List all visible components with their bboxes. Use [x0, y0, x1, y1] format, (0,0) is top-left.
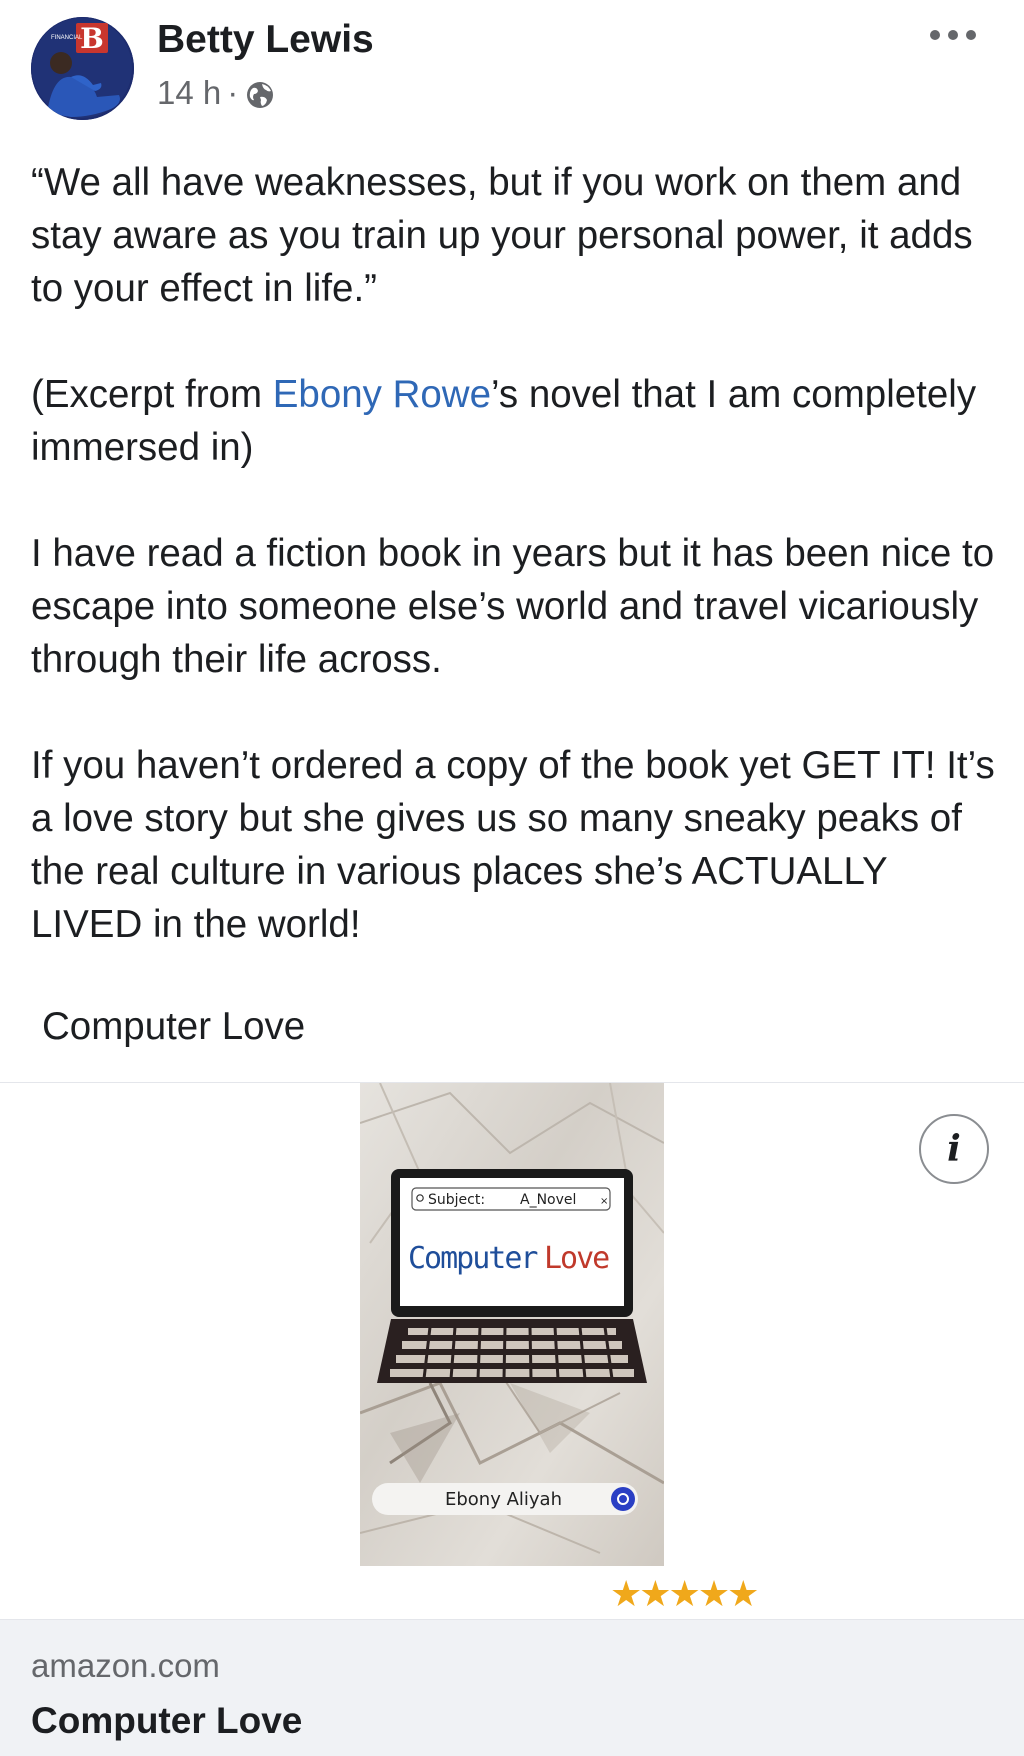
post-timestamp[interactable]: 14 h — [157, 74, 221, 112]
cover-title-word2: Love — [544, 1241, 609, 1276]
info-button[interactable]: i — [919, 1114, 989, 1184]
post-meta: 14 h · — [157, 74, 276, 112]
excerpt-text-before: (Excerpt from — [31, 373, 273, 416]
cover-search-close: × — [600, 1196, 608, 1207]
post-excerpt-note: (Excerpt from Ebony Rowe’s novel that I … — [31, 368, 1001, 474]
book-cover-image[interactable]: Subject: A_Novel × Computer Love Ebony A… — [360, 1083, 664, 1566]
link-preview-media[interactable]: Subject: A_Novel × Computer Love Ebony A… — [0, 1083, 1024, 1619]
more-options-button[interactable] — [930, 22, 976, 48]
post-paragraph-3: I have read a fiction book in years but … — [31, 532, 995, 681]
cover-search-subject: Subject: — [428, 1192, 485, 1208]
post-quote: “We all have weaknesses, but if you work… — [31, 161, 973, 310]
author-avatar[interactable]: B FINANCIAL — [31, 17, 134, 120]
meta-separator: · — [227, 74, 239, 111]
post-header: B FINANCIAL Betty Lewis 14 h · — [0, 0, 1024, 140]
globe-icon — [247, 81, 274, 108]
link-domain: amazon.com — [31, 1647, 220, 1684]
author-name[interactable]: Betty Lewis — [157, 18, 374, 62]
cover-search-button-icon — [611, 1487, 635, 1511]
link-preview-footer[interactable]: amazon.com Computer Love — [0, 1619, 1024, 1756]
mention-link-ebony-rowe[interactable]: Ebony Rowe — [273, 373, 491, 416]
cover-author: Ebony Aliyah — [445, 1489, 562, 1510]
svg-text:B: B — [80, 22, 104, 55]
post-paragraph-4: If you haven’t ordered a copy of the boo… — [31, 744, 995, 946]
rating-stars: ★★★★★ — [610, 1573, 759, 1614]
avatar-image: B FINANCIAL — [31, 17, 134, 120]
cover-search-query: A_Novel — [520, 1192, 576, 1208]
more-horizontal-icon — [930, 30, 940, 40]
post-body: “We all have weaknesses, but if you work… — [31, 156, 1001, 1004]
more-dot — [948, 30, 958, 40]
svg-text:FINANCIAL: FINANCIAL — [51, 35, 83, 41]
more-dot — [966, 30, 976, 40]
link-title[interactable]: Computer Love — [31, 1700, 302, 1742]
post-preview-title: Computer Love — [42, 1005, 306, 1048]
cover-title-word1: Computer — [408, 1241, 537, 1276]
